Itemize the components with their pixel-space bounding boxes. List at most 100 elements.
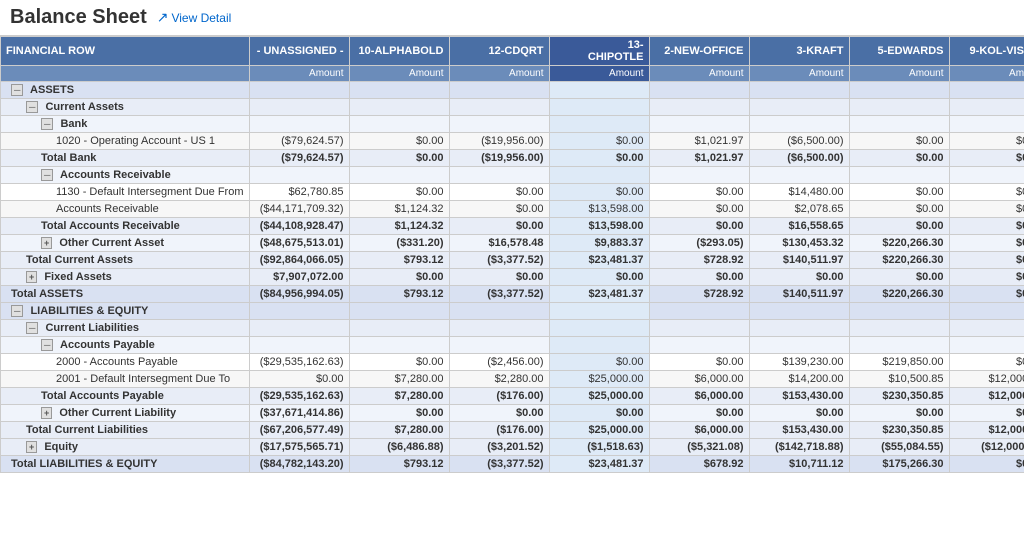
expand-icon[interactable]: + [26, 441, 37, 453]
row-value [849, 116, 949, 133]
row-value: $0.00 [449, 184, 549, 201]
row-value: $0.00 [949, 286, 1024, 303]
view-detail-label: View Detail [171, 11, 231, 25]
row-value [249, 82, 349, 99]
row-label: ─ LIABILITIES & EQUITY [1, 303, 250, 320]
row-label: Accounts Receivable [1, 201, 250, 218]
row-value: $0.00 [649, 218, 749, 235]
sub-header-new-office-amount: Amount [649, 66, 749, 82]
row-value: $153,430.00 [749, 422, 849, 439]
row-value [949, 82, 1024, 99]
row-label: ─ ASSETS [1, 82, 250, 99]
row-value: $0.00 [849, 218, 949, 235]
row-value: $0.00 [949, 456, 1024, 473]
row-value: $10,500.85 [849, 371, 949, 388]
table-row: 2001 - Default Intersegment Due To$0.00$… [1, 371, 1024, 388]
row-value [249, 116, 349, 133]
row-value: ($17,575,565.71) [249, 439, 349, 456]
col-header-cdqrt: 12-CDQRT [449, 37, 549, 66]
row-label: Total ASSETS [1, 286, 250, 303]
row-value: $0.00 [849, 405, 949, 422]
row-label: Total Current Liabilities [1, 422, 250, 439]
sub-header-kol-vision-amount: Amount [949, 66, 1024, 82]
row-label: ─ Current Liabilities [1, 320, 250, 337]
row-value: ($6,486.88) [349, 439, 449, 456]
row-value [849, 337, 949, 354]
row-value [349, 116, 449, 133]
row-value [349, 320, 449, 337]
row-value: ($55,084.55) [849, 439, 949, 456]
row-value: $140,511.97 [749, 286, 849, 303]
col-header-chipotle: 13-CHIPOTLE [549, 37, 649, 66]
row-value: $0.00 [349, 269, 449, 286]
col-header-kraft: 3-KRAFT [749, 37, 849, 66]
table-row: Total Current Liabilities($67,206,577.49… [1, 422, 1024, 439]
table-row: 1130 - Default Intersegment Due From$62,… [1, 184, 1024, 201]
row-value: ($12,000.00) [949, 439, 1024, 456]
row-value: $16,558.65 [749, 218, 849, 235]
row-value: $0.00 [549, 405, 649, 422]
row-value: $175,266.30 [849, 456, 949, 473]
collapse-icon[interactable]: ─ [26, 101, 38, 113]
row-value [649, 167, 749, 184]
page-header: Balance Sheet ↗ View Detail [0, 0, 1024, 36]
row-value: $12,000.00 [949, 371, 1024, 388]
row-value: $153,430.00 [749, 388, 849, 405]
table-row: Total LIABILITIES & EQUITY($84,782,143.2… [1, 456, 1024, 473]
row-value [949, 337, 1024, 354]
row-value: $0.00 [849, 201, 949, 218]
table-row: ─ Current Assets [1, 99, 1024, 116]
row-value: ($3,377.52) [449, 456, 549, 473]
column-headers-row: FINANCIAL ROW - UNASSIGNED - 10-ALPHABOL… [1, 37, 1024, 66]
row-value [549, 167, 649, 184]
sub-header-kraft-amount: Amount [749, 66, 849, 82]
row-value: ($37,671,414.86) [249, 405, 349, 422]
row-value [549, 320, 649, 337]
row-value [349, 303, 449, 320]
row-value [749, 82, 849, 99]
row-value [449, 82, 549, 99]
row-value [849, 320, 949, 337]
collapse-icon[interactable]: ─ [26, 322, 38, 334]
row-value: $0.00 [949, 252, 1024, 269]
table-row: ─ Bank [1, 116, 1024, 133]
sub-header-cdqrt-amount: Amount [449, 66, 549, 82]
row-value: $16,578.48 [449, 235, 549, 252]
row-value: $25,000.00 [549, 371, 649, 388]
row-value: $7,907,072.00 [249, 269, 349, 286]
collapse-icon[interactable]: ─ [41, 118, 53, 130]
collapse-icon[interactable]: ─ [11, 84, 23, 96]
expand-icon[interactable]: + [41, 237, 52, 249]
row-value: $0.00 [549, 150, 649, 167]
row-label: 1130 - Default Intersegment Due From [1, 184, 250, 201]
row-value: ($79,624.57) [249, 150, 349, 167]
sub-header-financial [1, 66, 250, 82]
row-value: $2,280.00 [449, 371, 549, 388]
collapse-icon[interactable]: ─ [41, 169, 53, 181]
table-row: Total ASSETS($84,956,994.05)$793.12($3,3… [1, 286, 1024, 303]
row-value: $13,598.00 [549, 218, 649, 235]
table-row: Total Accounts Receivable($44,108,928.47… [1, 218, 1024, 235]
row-value: $140,511.97 [749, 252, 849, 269]
row-value [249, 167, 349, 184]
table-row: + Equity($17,575,565.71)($6,486.88)($3,2… [1, 439, 1024, 456]
row-value: $7,280.00 [349, 388, 449, 405]
expand-icon[interactable]: + [41, 407, 52, 419]
view-detail-link[interactable]: ↗ View Detail [157, 9, 232, 26]
table-body: ─ ASSETS─ Current Assets─ Bank1020 - Ope… [1, 82, 1024, 473]
collapse-icon[interactable]: ─ [11, 305, 23, 317]
row-label: Total Bank [1, 150, 250, 167]
row-label: 2000 - Accounts Payable [1, 354, 250, 371]
table-row: ─ Accounts Receivable [1, 167, 1024, 184]
row-value: $23,481.37 [549, 286, 649, 303]
row-value: $0.00 [949, 150, 1024, 167]
expand-icon[interactable]: + [26, 271, 37, 283]
row-value: ($84,782,143.20) [249, 456, 349, 473]
row-value [949, 303, 1024, 320]
row-value: $0.00 [549, 354, 649, 371]
row-value: ($331.20) [349, 235, 449, 252]
row-value [649, 320, 749, 337]
collapse-icon[interactable]: ─ [41, 339, 53, 351]
row-value [449, 167, 549, 184]
row-value: $25,000.00 [549, 388, 649, 405]
